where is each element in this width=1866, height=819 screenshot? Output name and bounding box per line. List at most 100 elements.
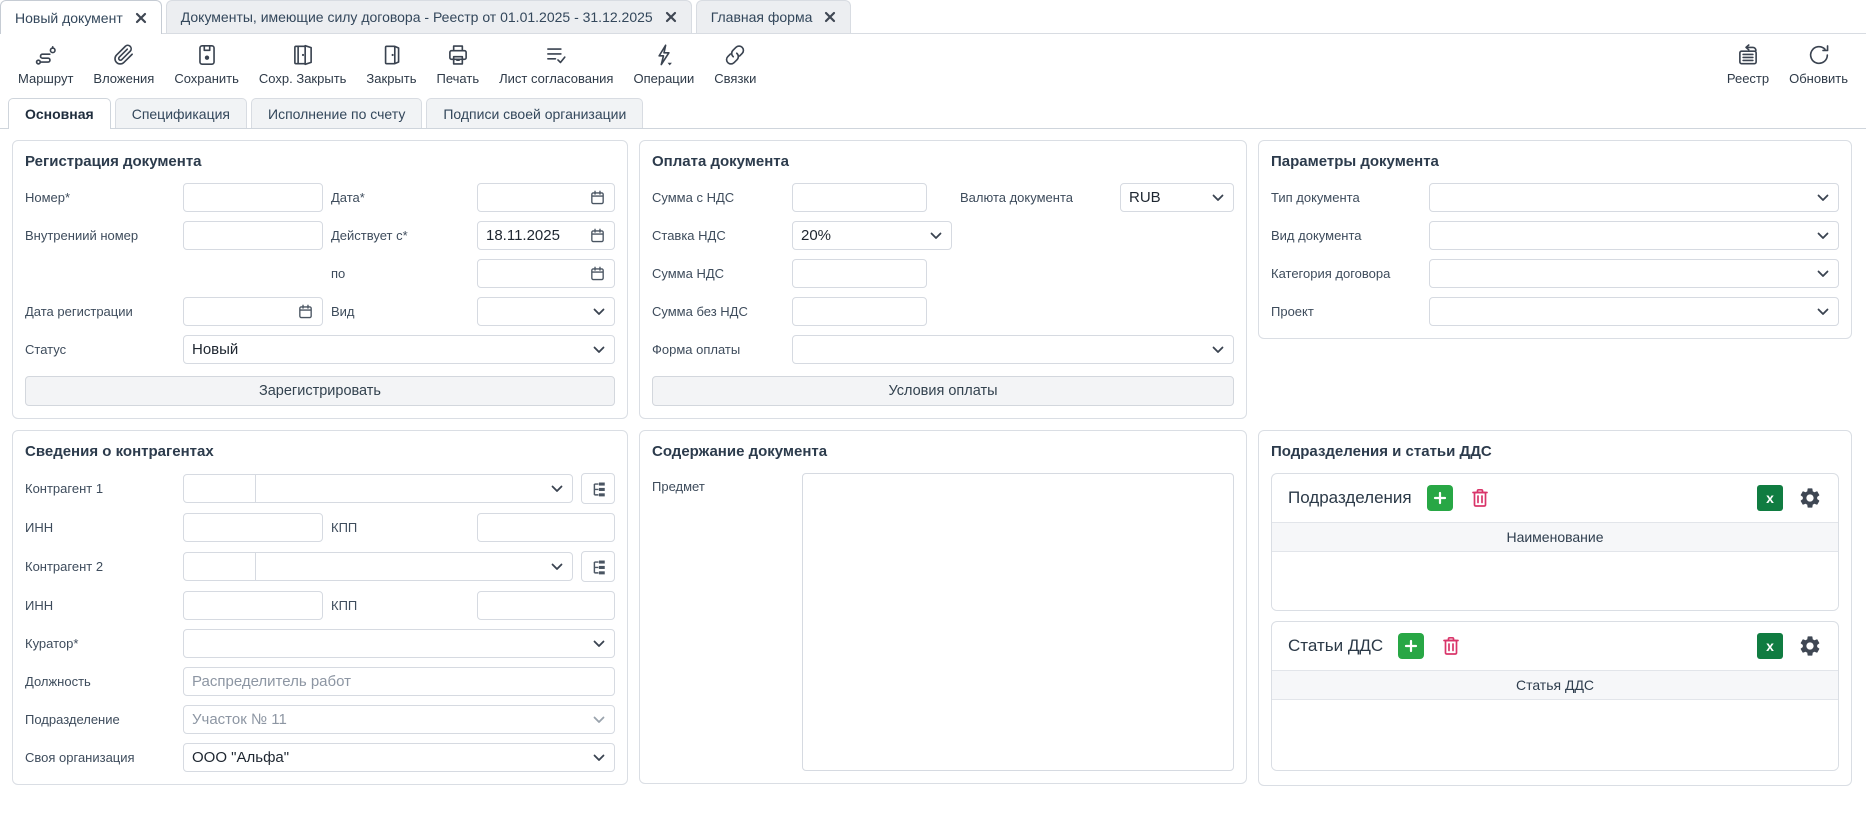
department-label: Подразделение	[25, 712, 175, 727]
status-select[interactable]: Новый	[183, 335, 615, 364]
add-dds-article-button[interactable]	[1398, 633, 1424, 659]
kpp1-label: КПП	[331, 520, 469, 535]
refresh-button[interactable]: Обновить	[1779, 40, 1858, 88]
window-tab-registry[interactable]: Документы, имеющие силу договора - Реест…	[166, 0, 692, 33]
amount-without-vat-input[interactable]	[792, 297, 927, 326]
subject-label: Предмет	[652, 473, 792, 771]
valid-from-input[interactable]: 18.11.2025	[477, 221, 615, 250]
panel-title: Подразделения и статьи ДДС	[1271, 443, 1839, 460]
lightning-icon	[651, 42, 677, 68]
calendar-icon	[589, 189, 606, 206]
save-button[interactable]: Сохранить	[164, 40, 249, 88]
kpp2-label: КПП	[331, 598, 469, 613]
counterparty2-tree-button[interactable]	[581, 551, 615, 582]
position-input[interactable]	[183, 667, 615, 696]
payment-form-select[interactable]	[792, 335, 1234, 364]
number-input[interactable]	[183, 183, 323, 212]
add-subdivision-button[interactable]	[1427, 485, 1453, 511]
reg-date-label: Дата регистрации	[25, 304, 175, 319]
project-select[interactable]	[1429, 297, 1839, 326]
links-button[interactable]: Связки	[704, 40, 766, 88]
print-button[interactable]: Печать	[427, 40, 490, 88]
vat-amount-input[interactable]	[792, 259, 927, 288]
department-select[interactable]: Участок № 11	[183, 705, 615, 734]
tab-invoice-execution[interactable]: Исполнение по счету	[251, 98, 422, 128]
approval-sheet-button[interactable]: Лист согласования	[489, 40, 623, 88]
reg-date-input[interactable]	[183, 297, 323, 326]
registry-button[interactable]: Реестр	[1717, 40, 1779, 88]
window-tab-main-form[interactable]: Главная форма	[696, 0, 852, 33]
status-label: Статус	[25, 342, 175, 357]
save-close-button[interactable]: Сохр. Закрыть	[249, 40, 357, 88]
valid-to-label: по	[331, 266, 469, 281]
chain-link-icon	[722, 42, 748, 68]
register-button[interactable]: Зарегистрировать	[25, 376, 615, 406]
attachments-button[interactable]: Вложения	[83, 40, 164, 88]
close-tab-icon[interactable]	[665, 11, 677, 23]
date-label: Дата*	[331, 190, 469, 205]
currency-select[interactable]: RUB	[1120, 183, 1234, 212]
panel-title: Регистрация документа	[25, 153, 615, 170]
kpp2-input[interactable]	[477, 591, 615, 620]
inn2-input[interactable]	[183, 591, 323, 620]
kpp1-input[interactable]	[477, 513, 615, 542]
close-tab-icon[interactable]	[135, 12, 147, 24]
own-org-select[interactable]: ООО "Альфа"	[183, 743, 615, 772]
tab-specification[interactable]: Спецификация	[115, 98, 247, 128]
delete-dds-article-icon[interactable]	[1439, 634, 1463, 658]
kind-select[interactable]	[477, 297, 615, 326]
chevron-down-icon	[593, 308, 605, 316]
chevron-down-icon	[551, 485, 563, 493]
list-check-icon	[543, 42, 569, 68]
doc-kind-label: Вид документа	[1271, 228, 1421, 243]
counterparty1-tree-button[interactable]	[581, 473, 615, 504]
panel-registration: Регистрация документа Номер* Дата* Внутр…	[12, 140, 628, 419]
inn2-label: ИНН	[25, 598, 175, 613]
dds-articles-table-body[interactable]	[1272, 700, 1838, 770]
close-button[interactable]: Закрыть	[356, 40, 426, 88]
payment-terms-button[interactable]: Условия оплаты	[652, 376, 1234, 406]
paperclip-icon	[111, 42, 137, 68]
amount-with-vat-input[interactable]	[792, 183, 927, 212]
date-input[interactable]	[477, 183, 615, 212]
inn1-input[interactable]	[183, 513, 323, 542]
subject-textarea[interactable]	[802, 473, 1234, 771]
internal-number-input[interactable]	[183, 221, 323, 250]
counterparty2-select[interactable]	[183, 552, 573, 581]
operations-button[interactable]: Операции	[623, 40, 704, 88]
main-content: Регистрация документа Номер* Дата* Внутр…	[0, 129, 1866, 786]
doc-type-label: Тип документа	[1271, 190, 1421, 205]
chevron-down-icon	[930, 232, 942, 240]
tab-own-org-signatures[interactable]: Подписи своей организации	[426, 98, 643, 128]
window-tab-new-document[interactable]: Новый документ	[0, 0, 162, 34]
door-icon	[378, 42, 404, 68]
contract-category-select[interactable]	[1429, 259, 1839, 288]
doc-kind-select[interactable]	[1429, 221, 1839, 250]
settings-gear-icon[interactable]	[1798, 486, 1822, 510]
curator-select[interactable]	[183, 629, 615, 658]
app-window: Новый документ Документы, имеющие силу д…	[0, 0, 1866, 819]
delete-subdivision-icon[interactable]	[1468, 486, 1492, 510]
subdivisions-title: Подразделения	[1288, 488, 1412, 508]
position-label: Должность	[25, 674, 175, 689]
chevron-down-icon	[593, 640, 605, 648]
settings-gear-icon[interactable]	[1798, 634, 1822, 658]
route-button[interactable]: Маршрут	[8, 40, 83, 88]
doc-type-select[interactable]	[1429, 183, 1839, 212]
printer-icon	[445, 42, 471, 68]
counterparty1-code-segment[interactable]	[184, 475, 256, 502]
close-tab-icon[interactable]	[824, 11, 836, 23]
calendar-icon	[589, 265, 606, 282]
export-subdivisions-excel-button[interactable]: x	[1757, 485, 1783, 511]
tab-main[interactable]: Основная	[8, 98, 111, 129]
export-dds-articles-excel-button[interactable]: x	[1757, 633, 1783, 659]
subdivisions-table-body[interactable]	[1272, 552, 1838, 610]
counterparty2-code-segment[interactable]	[184, 553, 256, 580]
window-tab-label: Главная форма	[711, 9, 813, 25]
registry-icon	[1735, 42, 1761, 68]
valid-to-input[interactable]	[477, 259, 615, 288]
panel-title: Оплата документа	[652, 153, 1234, 170]
panel-content: Содержание документа Предмет	[639, 430, 1247, 784]
vat-rate-select[interactable]: 20%	[792, 221, 952, 250]
counterparty1-select[interactable]	[183, 474, 573, 503]
